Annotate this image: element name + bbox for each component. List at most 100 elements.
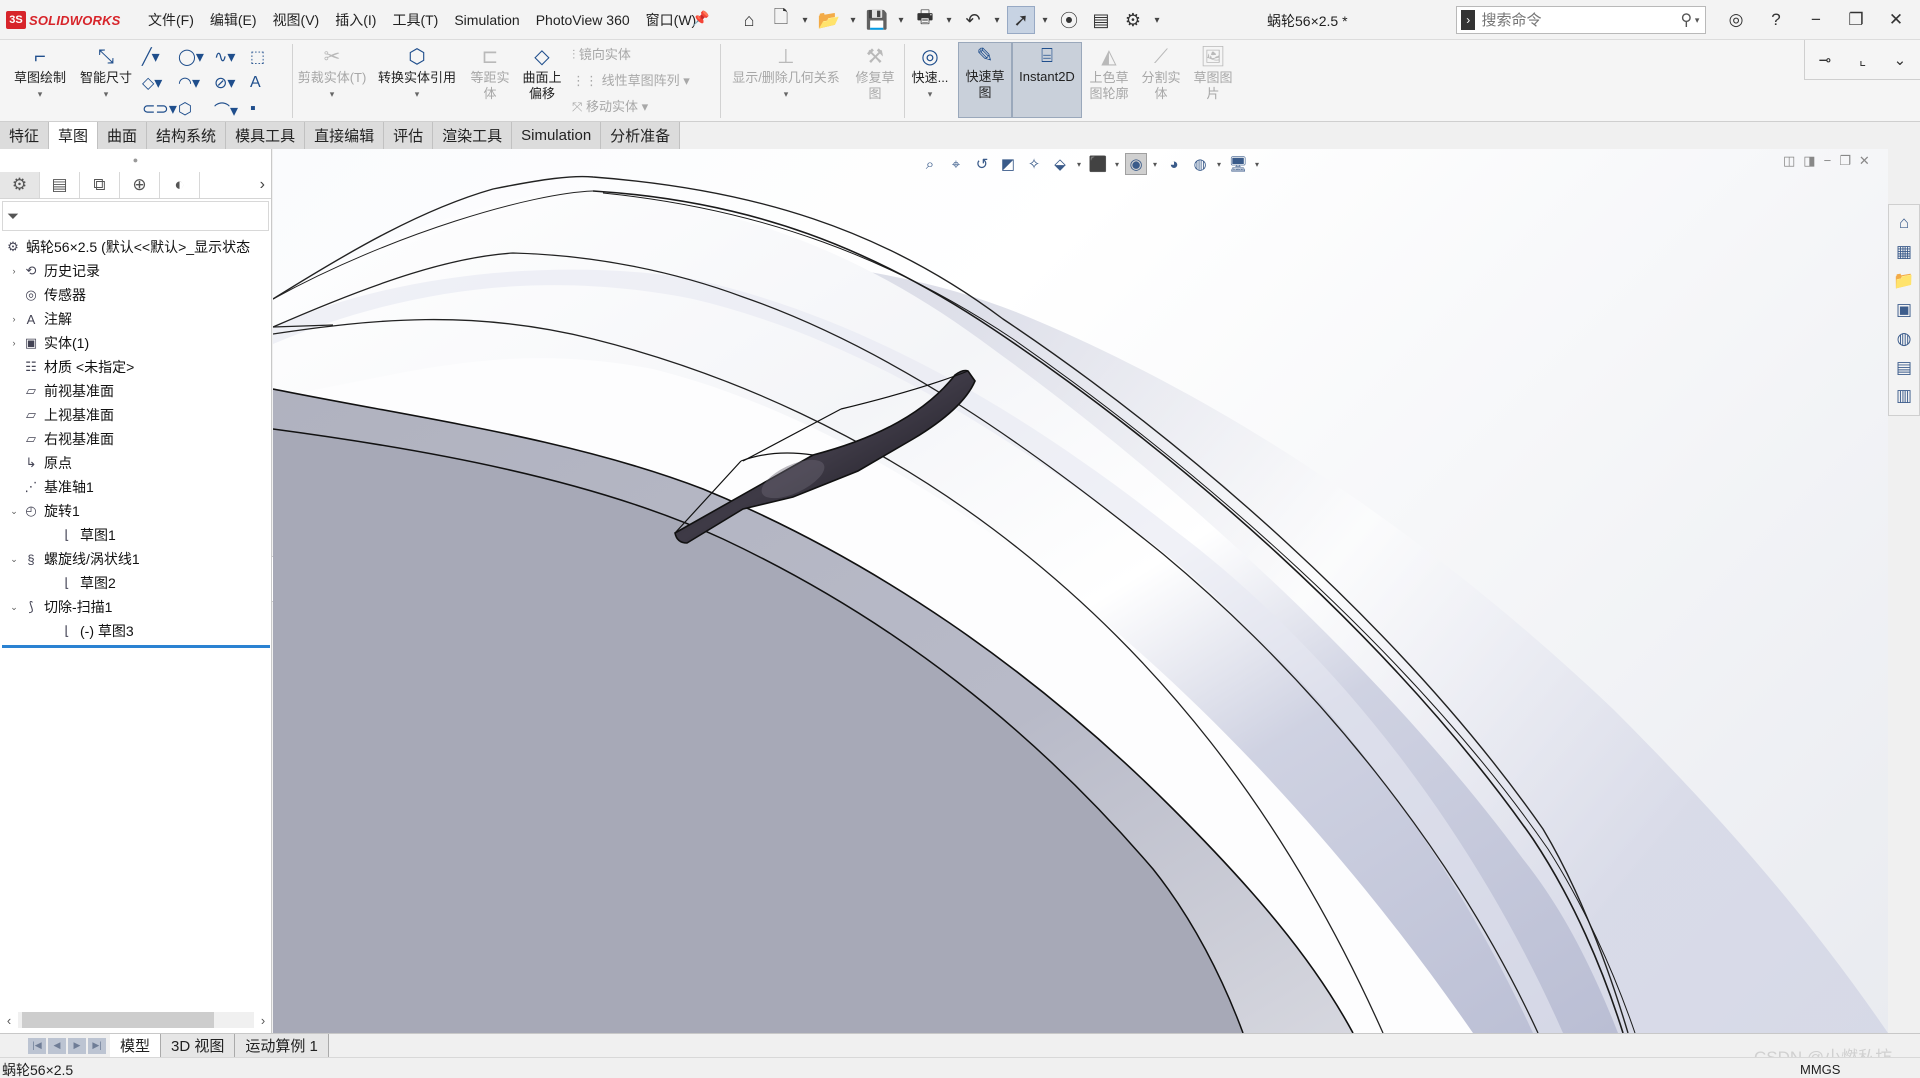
options-dropdown-icon[interactable]: ▾ [1151, 15, 1163, 26]
menu-edit[interactable]: 编辑(E) [202, 10, 265, 30]
close-icon[interactable]: ✕ [1876, 10, 1916, 30]
expand-chevron-icon[interactable]: ⌄ [8, 554, 20, 565]
linear-pattern-item[interactable]: ⋮⋮ 线性草图阵列 ▾ [572, 68, 690, 94]
view-orientation-dropdown-icon[interactable]: ▾ [1075, 153, 1083, 175]
open-folder-icon[interactable]: 📂 [815, 6, 843, 34]
polygon-icon[interactable]: ⬡ [178, 96, 214, 122]
sketch-button[interactable]: ⌐ 草图绘制 ▾ [8, 44, 72, 102]
tree-item[interactable]: ⋰ 基准轴1 [0, 475, 271, 499]
scroll-right-icon[interactable]: › [254, 1013, 272, 1028]
display-delete-relations-button[interactable]: ⊥ 显示/删除几何关系 ▾ [726, 44, 846, 102]
arc-icon[interactable]: ◠▾ [178, 70, 214, 96]
search-dropdown-icon[interactable]: ▾ [1695, 15, 1705, 26]
smart-dimension-button[interactable]: ⤡ 智能尺寸 ▾ [74, 44, 138, 102]
tab-render-tools[interactable]: 渲染工具 [433, 122, 513, 149]
tree-filter[interactable]: ⏷ [2, 201, 269, 231]
construction-icon[interactable]: ⬚ [250, 44, 286, 70]
undo-icon[interactable]: ↶ [959, 6, 987, 34]
search-input[interactable] [1481, 11, 1681, 29]
tree-item[interactable]: ⌄ ◴ 旋转1 [0, 499, 271, 523]
rectangle-icon[interactable]: ◇▾ [142, 70, 178, 96]
tab-sketch[interactable]: 草图 [49, 122, 99, 149]
viewport-close-icon[interactable]: ✕ [1859, 153, 1870, 169]
tab-structure-system[interactable]: 结构系统 [147, 122, 227, 149]
solidworks-logo[interactable]: 3S SOLIDWORKS [6, 10, 121, 30]
zoom-to-fit-icon[interactable]: ⌕ [919, 153, 941, 175]
offset-entities-button[interactable]: ⊏ 等距实 体 [466, 44, 514, 102]
expand-chevron-icon[interactable]: › [8, 266, 20, 276]
scene-dropdown-icon[interactable]: ▾ [1215, 153, 1223, 175]
tree-item[interactable]: ⌄ § 螺旋线/涡状线1 [0, 547, 271, 571]
sketch-dropdown-icon[interactable]: ▾ [38, 86, 43, 102]
print-dropdown-icon[interactable]: ▾ [943, 15, 955, 26]
fillet-icon[interactable]: ⌒▾ [214, 96, 250, 122]
custom-properties-icon[interactable]: ▤ [1896, 358, 1912, 378]
relations-dropdown-icon[interactable]: ▾ [784, 86, 789, 102]
last-tab-icon[interactable]: ▶| [88, 1037, 106, 1054]
display-manager-tab-icon[interactable]: ◐ [160, 171, 200, 198]
file-explorer-icon[interactable]: 📁 [1893, 271, 1914, 291]
pin-ribbon-icon[interactable]: ⊸ [1819, 51, 1832, 69]
split-entities-button[interactable]: ⟋ 分割实 体 [1136, 44, 1186, 102]
tree-item[interactable]: ⌊ 草图2 [0, 571, 271, 595]
tab-simulation[interactable]: Simulation [512, 122, 602, 149]
tab-direct-editing[interactable]: 直接编辑 [305, 122, 385, 149]
tree-item[interactable]: ⚙ 蜗轮56×2.5 (默认<<默认>_显示状态 [0, 235, 271, 259]
menu-file[interactable]: 文件(F) [140, 10, 202, 30]
line-icon[interactable]: ╱▾ [142, 44, 178, 70]
restore-icon[interactable]: ❐ [1836, 10, 1876, 30]
graphics-area[interactable]: ⌕ ⌖ ↺ ◩ ✧ ⬙ ▾ ⬛ ▾ ◉ ▾ ◕ ◍ ▾ 🖥 ▾ ◫ ◨ − ❐ ✕ [273, 149, 1888, 1033]
property-manager-tab-icon[interactable]: ▤ [40, 171, 80, 198]
tree-item[interactable]: ▱ 上视基准面 [0, 403, 271, 427]
select-dropdown-icon[interactable]: ▾ [1039, 15, 1051, 26]
tab-analysis-prep[interactable]: 分析准备 [601, 122, 681, 149]
expand-chevron-icon[interactable]: ⌄ [8, 602, 20, 613]
traffic-light-icon[interactable]: ⦿ [1055, 6, 1083, 34]
help-icon[interactable]: ? [1756, 10, 1796, 30]
tree-item[interactable]: ↳ 原点 [0, 451, 271, 475]
offset-on-surface-button[interactable]: ◇ 曲面上 偏移 [516, 44, 568, 102]
horizontal-scrollbar[interactable]: ‹ › [0, 1009, 272, 1031]
file-properties-icon[interactable]: ▤ [1087, 6, 1115, 34]
viewport-restore-icon[interactable]: ❐ [1839, 153, 1851, 169]
menu-tools[interactable]: 工具(T) [384, 10, 446, 30]
quick-snaps-button[interactable]: ◎ 快速... ▾ [908, 44, 952, 102]
instant2d-button[interactable]: ⌸ Instant2D [1012, 42, 1082, 118]
menu-simulation[interactable]: Simulation [446, 12, 527, 28]
tab-surfaces[interactable]: 曲面 [98, 122, 148, 149]
section-view-icon[interactable]: ◩ [997, 153, 1019, 175]
view-settings-dropdown-icon[interactable]: ▾ [1253, 153, 1261, 175]
next-tab-icon[interactable]: ▶ [68, 1037, 86, 1054]
slot-icon[interactable]: ⊂⊃▾ [142, 96, 178, 122]
tree-item[interactable]: ▱ 右视基准面 [0, 427, 271, 451]
tree-item[interactable]: ⌄ ⟆ 切除-扫描1 [0, 595, 271, 619]
mirror-entities-item[interactable]: ⫶ 镜向实体 [572, 42, 690, 68]
dimxpert-manager-tab-icon[interactable]: ⊕ [120, 171, 160, 198]
view-orientation-icon[interactable]: ⬙ [1049, 153, 1071, 175]
ellipse-icon[interactable]: ⊘▾ [214, 70, 250, 96]
pin-icon[interactable]: 📌 [692, 10, 709, 27]
tab-3d-view[interactable]: 3D 视图 [161, 1034, 236, 1057]
print-icon[interactable]: 🖶 [911, 6, 939, 34]
open-dropdown-icon[interactable]: ▾ [847, 15, 859, 26]
menu-photoview[interactable]: PhotoView 360 [528, 12, 638, 28]
feature-manager-tab-icon[interactable]: ⚙ [0, 171, 40, 198]
tab-features[interactable]: 特征 [0, 122, 50, 149]
menu-view[interactable]: 视图(V) [265, 10, 328, 30]
tree-item[interactable]: ☷ 材质 <未指定> [0, 355, 271, 379]
repair-sketch-button[interactable]: ⚒ 修复草 图 [848, 44, 902, 102]
hide-show-items-icon[interactable]: ◉ [1125, 153, 1147, 175]
save-dropdown-icon[interactable]: ▾ [895, 15, 907, 26]
hide-show-dropdown-icon[interactable]: ▾ [1151, 153, 1159, 175]
new-dropdown-icon[interactable]: ▾ [799, 15, 811, 26]
smart-dimension-dropdown-icon[interactable]: ▾ [104, 86, 109, 102]
prev-tab-icon[interactable]: ◀ [48, 1037, 66, 1054]
tab-evaluate[interactable]: 评估 [384, 122, 434, 149]
appearances-icon[interactable]: ◍ [1897, 329, 1912, 349]
user-account-icon[interactable]: ◎ [1716, 10, 1756, 30]
scroll-thumb[interactable] [22, 1012, 214, 1028]
expand-chevron-icon[interactable]: ⌄ [8, 506, 20, 517]
convert-entities-button[interactable]: ⬡ 转换实体引用 ▾ [372, 44, 462, 102]
tab-motion-study-1[interactable]: 运动算例 1 [235, 1034, 329, 1057]
viewport-split-icon[interactable]: ◨ [1803, 153, 1815, 169]
